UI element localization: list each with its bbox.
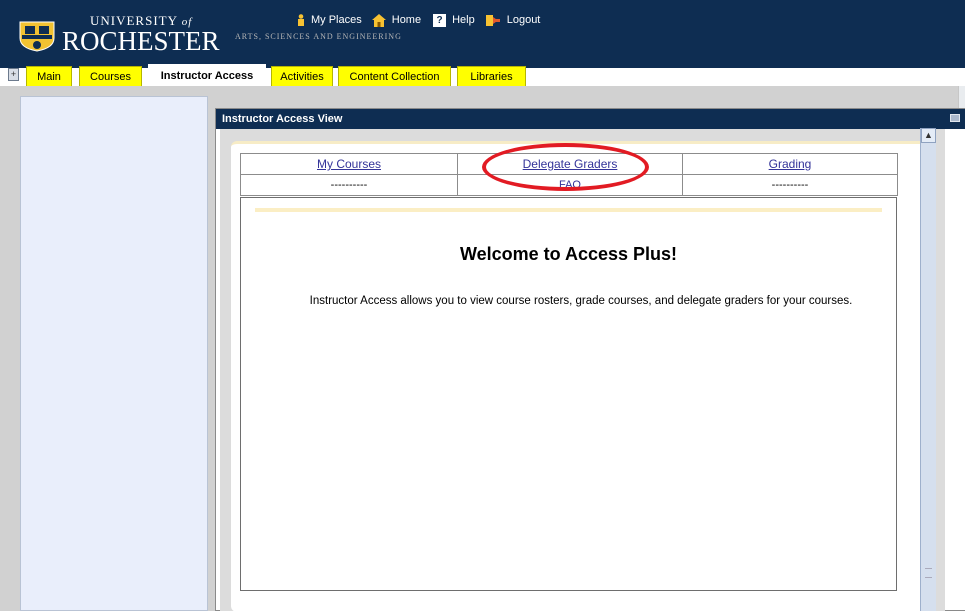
- tab-courses[interactable]: Courses: [79, 66, 142, 86]
- intro-text: Instructor Access allows you to view cou…: [309, 295, 853, 307]
- portlet-scrollbar[interactable]: ▲: [920, 128, 936, 611]
- maximize-icon[interactable]: [950, 114, 960, 122]
- tab-content-collection[interactable]: Content Collection: [338, 66, 451, 86]
- tab-bar: + Main Courses Instructor Access Activit…: [0, 64, 965, 87]
- faq-link[interactable]: FAQ: [559, 179, 581, 191]
- help-label: Help: [452, 14, 475, 26]
- help-icon: ?: [433, 13, 447, 27]
- scroll-up-arrow-icon[interactable]: ▲: [921, 128, 936, 143]
- my-places-label: My Places: [311, 14, 362, 26]
- left-navigation-panel: [20, 96, 208, 611]
- grading-link[interactable]: Grading: [769, 157, 812, 171]
- welcome-frame: Welcome to Access Plus! Instructor Acces…: [240, 197, 897, 591]
- divider: [255, 208, 882, 212]
- tab-instructor-access[interactable]: Instructor Access: [148, 64, 266, 87]
- menu-cell: My Courses: [240, 153, 458, 175]
- logout-icon: [485, 14, 500, 26]
- top-links: My Places Home ? Help Logout: [297, 12, 550, 28]
- tab-main[interactable]: Main: [26, 66, 72, 86]
- logo-subtitle: ARTS, SCIENCES AND ENGINEERING: [235, 32, 402, 41]
- university-shield-icon: [19, 21, 55, 52]
- instructor-menu: My Courses Delegate Graders Grading ----…: [240, 153, 898, 196]
- portlet-title: Instructor Access View: [216, 109, 965, 129]
- logout-label: Logout: [506, 14, 541, 26]
- portlet-title-text: Instructor Access View: [222, 113, 343, 125]
- person-icon: [298, 14, 304, 26]
- welcome-heading: Welcome to Access Plus!: [459, 244, 678, 264]
- logout-link[interactable]: Logout: [485, 14, 541, 27]
- delegate-graders-link[interactable]: Delegate Graders: [523, 157, 618, 171]
- home-label: Home: [391, 14, 422, 26]
- tab-menu-toggle[interactable]: +: [8, 68, 19, 81]
- logo-rochester-text: ROCHESTER: [62, 26, 220, 56]
- tab-activities[interactable]: Activities: [271, 66, 333, 86]
- help-link[interactable]: ? Help: [431, 13, 475, 27]
- menu-cell-empty: ----------: [682, 174, 898, 196]
- my-places-link[interactable]: My Places: [297, 14, 362, 26]
- menu-cell: FAQ: [457, 174, 683, 196]
- site-header: UNIVERSITY of ROCHESTER ARTS, SCIENCES A…: [0, 0, 965, 68]
- my-courses-link[interactable]: My Courses: [317, 157, 381, 171]
- menu-cell-empty: ----------: [240, 174, 458, 196]
- menu-cell: Delegate Graders: [457, 153, 683, 175]
- menu-cell: Grading: [682, 153, 898, 175]
- scroll-grip[interactable]: [925, 568, 932, 578]
- home-icon: [371, 13, 386, 27]
- home-link[interactable]: Home: [371, 13, 422, 27]
- tab-libraries[interactable]: Libraries: [457, 66, 526, 86]
